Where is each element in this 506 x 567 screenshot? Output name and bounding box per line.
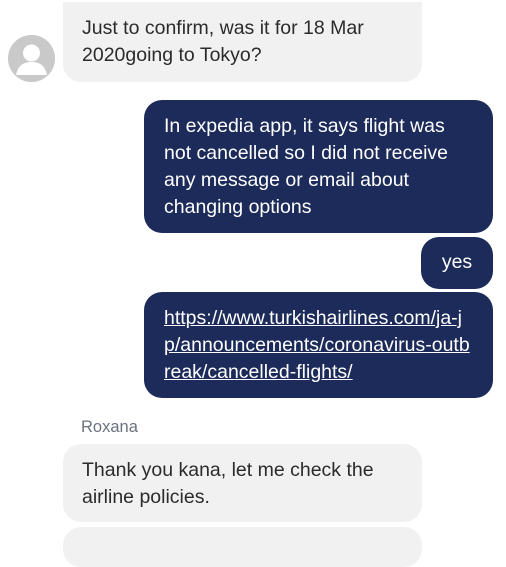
message-link[interactable]: https://www.turkishairlines.com/ja-jp/an… [164,307,470,383]
message-text: Just to confirm, was it for 18 Mar 2020g… [82,17,364,66]
incoming-message: Thank you kana, let me check the airline… [63,444,422,522]
message-text: yes [441,251,473,273]
incoming-message: Just to confirm, was it for 18 Mar 2020g… [63,2,422,82]
message-text: In expedia app, it says flight was not c… [164,115,449,218]
message-text: Thank you kana, let me check the airline… [82,459,374,508]
sender-name: Roxana [81,418,138,436]
incoming-message-partial [63,527,422,567]
outgoing-message: In expedia app, it says flight was not c… [144,100,493,233]
default-user-avatar-icon [8,35,55,82]
outgoing-message-link: https://www.turkishairlines.com/ja-jp/an… [144,292,493,398]
outgoing-message: yes [421,237,493,289]
